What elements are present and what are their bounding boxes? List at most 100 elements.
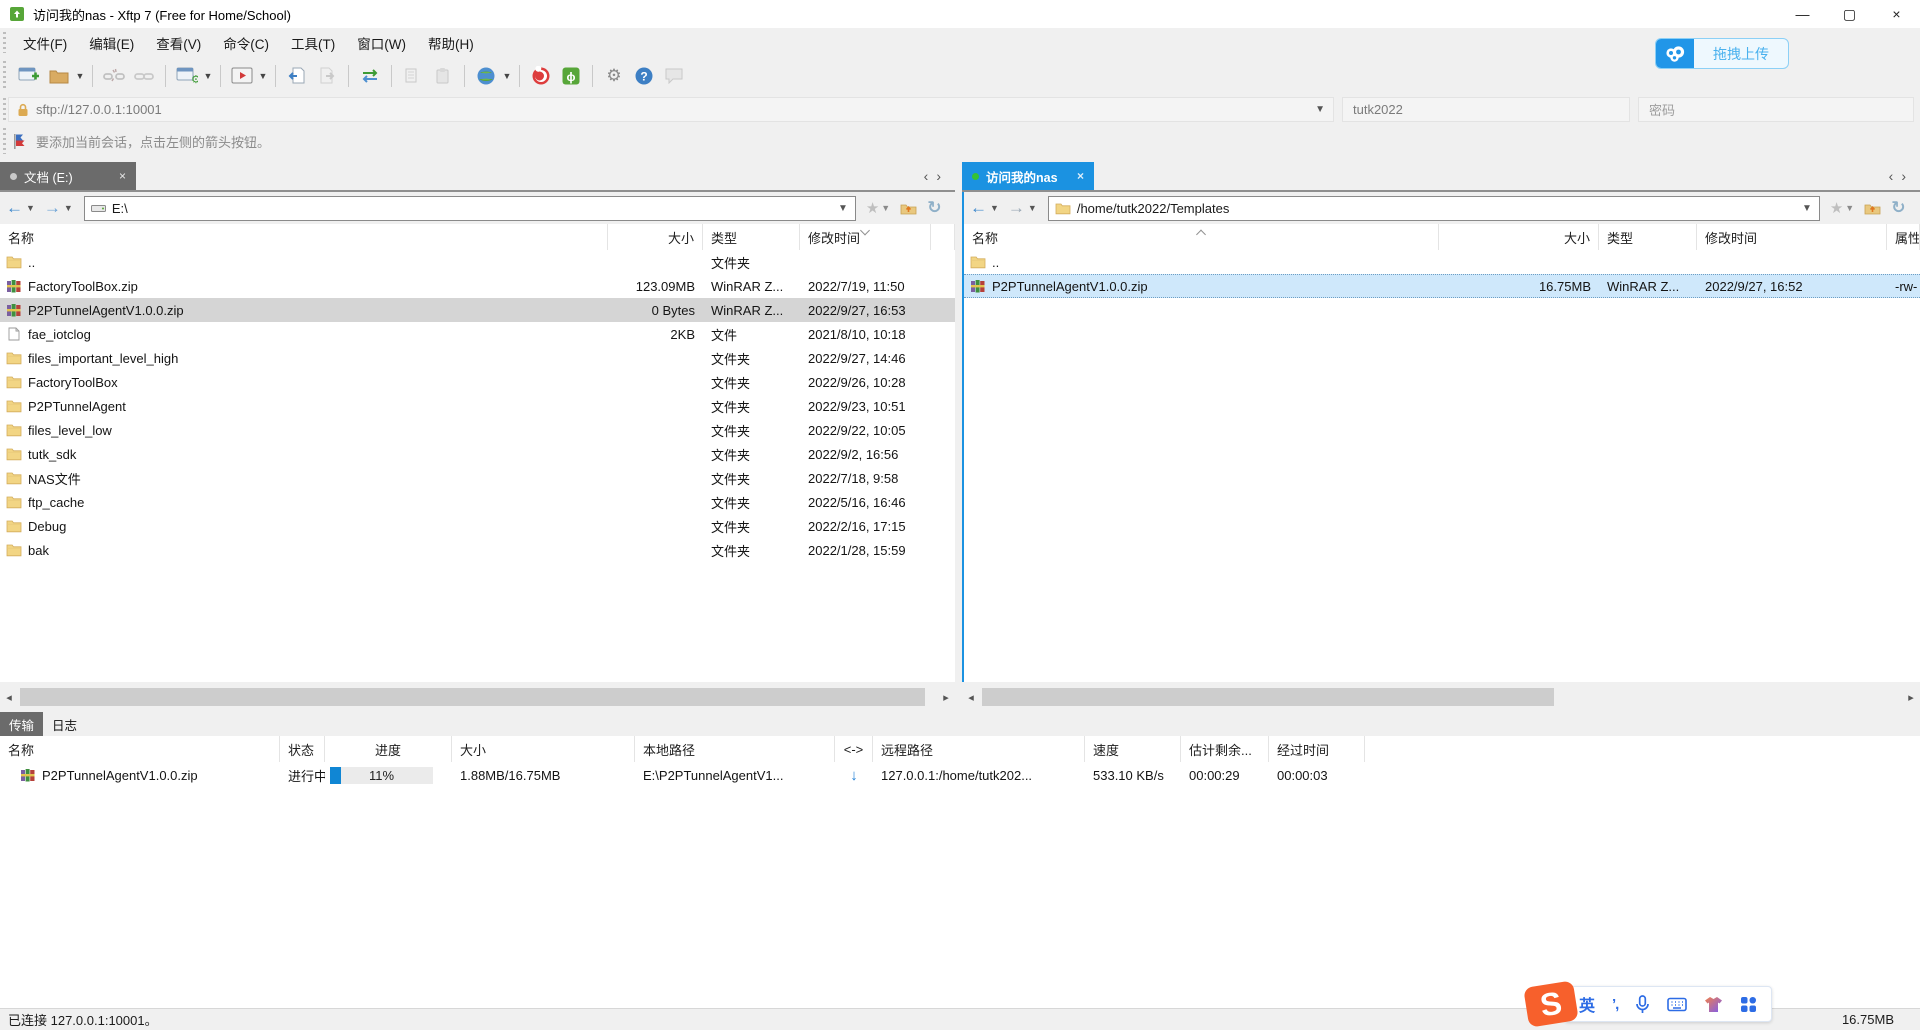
local-row-tutk_sdk[interactable]: tutk_sdk文件夹2022/9/2, 16:56 <box>0 442 955 466</box>
local-row-ftp_cache[interactable]: ftp_cache文件夹2022/5/16, 16:46 <box>0 490 955 514</box>
settings-icon[interactable]: ⚙ <box>601 63 627 89</box>
local-column-header-2[interactable]: 类型 <box>703 224 800 250</box>
tab-remote-session[interactable]: 访问我的nas × <box>962 162 1094 190</box>
menu-item-1[interactable]: 编辑(E) <box>78 33 145 53</box>
close-button[interactable]: × <box>1873 0 1920 28</box>
back-dropdown-icon[interactable]: ▼ <box>990 203 999 213</box>
local-path-combo[interactable]: E:\ ▼ <box>84 196 856 221</box>
transfer-row-P2PTunnelAgentV1.0.0.zip[interactable]: P2PTunnelAgentV1.0.0.zip进行中11%1.88MB/16.… <box>0 762 1920 788</box>
local-row-files_level_low[interactable]: files_level_low文件夹2022/9/22, 10:05 <box>0 418 955 442</box>
xshell-icon[interactable] <box>528 63 554 89</box>
path-dropdown-icon[interactable]: ▼ <box>838 203 848 214</box>
remote-column-header-1[interactable]: 大小 <box>1439 224 1599 250</box>
scrollbar-thumb[interactable] <box>982 688 1554 706</box>
refresh-icon[interactable]: ↻ <box>927 198 941 218</box>
remote-horizontal-scrollbar[interactable]: ◂ ▸ <box>962 686 1920 708</box>
new-session-icon[interactable] <box>16 63 42 89</box>
web-icon-dropdown[interactable]: ▼ <box>501 71 513 81</box>
run-icon[interactable] <box>229 63 255 89</box>
sync-icon[interactable] <box>357 63 383 89</box>
help-icon[interactable]: ? <box>631 63 657 89</box>
remote-row-..[interactable]: .. <box>964 250 1920 274</box>
drag-upload-button[interactable]: 拖拽上传 <box>1655 38 1789 69</box>
transfer-column-header-6[interactable]: 远程路径 <box>873 736 1085 762</box>
session-properties-icon[interactable]: ⚙ <box>174 63 200 89</box>
remote-column-header-0[interactable]: 名称 <box>964 224 1439 250</box>
session-properties-icon-dropdown[interactable]: ▼ <box>202 71 214 81</box>
remote-column-header-2[interactable]: 类型 <box>1599 224 1697 250</box>
forward-dropdown-icon[interactable]: ▼ <box>1028 203 1037 213</box>
transfer-column-header-8[interactable]: 估计剩余... <box>1181 736 1269 762</box>
scroll-right-icon[interactable]: ▸ <box>1902 691 1920 704</box>
url-dropdown-icon[interactable]: ▼ <box>1315 104 1325 115</box>
local-column-header-3[interactable]: 修改时间 <box>800 224 931 250</box>
scrollbar-thumb[interactable] <box>20 688 925 706</box>
scroll-left-icon[interactable]: ◂ <box>962 691 980 704</box>
path-dropdown-icon[interactable]: ▼ <box>1802 203 1812 214</box>
home-icon[interactable] <box>1864 201 1881 215</box>
menu-item-0[interactable]: 文件(F) <box>12 33 78 53</box>
local-row-FactoryToolBox.zip[interactable]: FactoryToolBox.zip123.09MBWinRAR Z...202… <box>0 274 955 298</box>
web-icon[interactable] <box>473 63 499 89</box>
remote-path-combo[interactable]: /home/tutk2022/Templates ▼ <box>1048 196 1820 221</box>
local-column-header-4[interactable] <box>931 224 955 250</box>
local-row-NAS文件[interactable]: NAS文件文件夹2022/7/18, 9:58 <box>0 466 955 490</box>
menu-item-4[interactable]: 工具(T) <box>280 33 346 53</box>
scroll-right-icon[interactable]: ▸ <box>937 691 955 704</box>
bottom-tab-传输[interactable]: 传输 <box>0 712 43 736</box>
tab-close-icon[interactable]: × <box>1077 169 1084 183</box>
xagent-icon[interactable]: ɸ <box>558 63 584 89</box>
remote-column-header-3[interactable]: 修改时间 <box>1697 224 1887 250</box>
menu-item-5[interactable]: 窗口(W) <box>346 33 417 53</box>
local-row-FactoryToolBox[interactable]: FactoryToolBox文件夹2022/9/26, 10:28 <box>0 370 955 394</box>
home-icon[interactable] <box>900 201 917 215</box>
transfer-column-header-1[interactable]: 状态 <box>280 736 325 762</box>
back-dropdown-icon[interactable]: ▼ <box>26 203 35 213</box>
transfer-column-header-2[interactable]: 进度 <box>325 736 452 762</box>
password-field[interactable]: 密码 <box>1638 97 1914 122</box>
bookmark-star-icon[interactable]: ★ <box>1830 199 1843 217</box>
ime-toolbar[interactable]: S 英 ’, <box>1524 982 1772 1026</box>
transfer-column-header-9[interactable]: 经过时间 <box>1269 736 1365 762</box>
bookmark-dropdown-icon[interactable]: ▼ <box>881 203 890 213</box>
menu-item-3[interactable]: 命令(C) <box>212 33 280 53</box>
username-field[interactable]: tutk2022 <box>1342 97 1630 122</box>
transfer-column-header-5[interactable]: <-> <box>835 736 873 762</box>
ime-language-toggle[interactable]: 英 <box>1579 992 1595 1016</box>
back-icon[interactable]: ← <box>6 198 23 218</box>
local-column-header-1[interactable]: 大小 <box>608 224 703 250</box>
session-url-field[interactable]: sftp://127.0.0.1:10001 ▼ <box>8 97 1334 122</box>
forward-dropdown-icon[interactable]: ▼ <box>64 203 73 213</box>
local-horizontal-scrollbar[interactable]: ◂ ▸ <box>0 686 955 708</box>
forward-icon[interactable]: → <box>1008 198 1025 218</box>
bookmark-star-icon[interactable]: ★ <box>866 199 879 217</box>
maximize-button[interactable]: ▢ <box>1826 0 1873 28</box>
transfer-column-header-0[interactable]: 名称 <box>0 736 280 762</box>
tab-close-icon[interactable]: × <box>119 169 126 183</box>
menu-item-6[interactable]: 帮助(H) <box>417 33 485 53</box>
apps-grid-icon[interactable] <box>1740 996 1757 1013</box>
transfer-right-icon[interactable] <box>314 63 340 89</box>
tab-scroll-arrows[interactable]: ‹› <box>924 168 949 184</box>
keyboard-icon[interactable] <box>1667 997 1687 1012</box>
paste-icon[interactable] <box>430 63 456 89</box>
copy-icon[interactable] <box>400 63 426 89</box>
open-folder-icon[interactable] <box>46 63 72 89</box>
local-row-..[interactable]: ..文件夹 <box>0 250 955 274</box>
refresh-icon[interactable]: ↻ <box>1891 198 1905 218</box>
disconnect-icon[interactable] <box>101 63 127 89</box>
run-icon-dropdown[interactable]: ▼ <box>257 71 269 81</box>
back-icon[interactable]: ← <box>970 198 987 218</box>
local-row-files_important_level_high[interactable]: files_important_level_high文件夹2022/9/27, … <box>0 346 955 370</box>
sogou-logo-icon[interactable]: S <box>1521 978 1581 1030</box>
feedback-icon[interactable] <box>661 63 687 89</box>
remote-row-P2PTunnelAgentV1.0.0.zip[interactable]: P2PTunnelAgentV1.0.0.zip16.75MBWinRAR Z.… <box>964 274 1920 298</box>
ime-punctuation-toggle[interactable]: ’, <box>1612 996 1618 1013</box>
bottom-tab-日志[interactable]: 日志 <box>43 712 86 736</box>
local-column-header-0[interactable]: 名称 <box>0 224 608 250</box>
microphone-icon[interactable] <box>1635 995 1650 1014</box>
transfer-column-header-4[interactable]: 本地路径 <box>635 736 835 762</box>
menu-item-2[interactable]: 查看(V) <box>145 33 212 53</box>
bookmark-dropdown-icon[interactable]: ▼ <box>1845 203 1854 213</box>
scroll-left-icon[interactable]: ◂ <box>0 691 18 704</box>
